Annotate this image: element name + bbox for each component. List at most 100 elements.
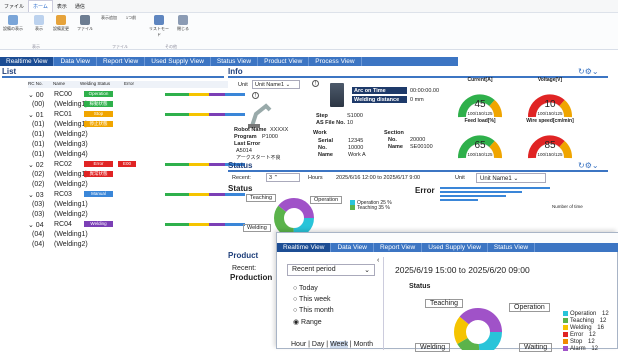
gran-month[interactable]: Month [354,341,373,348]
status-range: 2025/6/16 12:00 to 2025/6/17 9:00 [336,175,421,181]
table-row[interactable]: (00) (Welding1) 稼動状態 [20,100,210,110]
table-row[interactable]: (01) (Welding2) [20,130,210,140]
legend-item: Operation 12 [563,311,609,318]
gauge-scale: 100/150/125 [467,111,493,116]
table-row[interactable]: ⌄ 04 RC04 Welding [20,220,245,230]
ribbon-file-button[interactable]: ファイル [74,15,96,32]
status-badge: Operation [84,91,113,97]
tab-report[interactable]: Report View [97,57,146,66]
popup-tab-used-supply[interactable]: Used Supply View [422,243,488,252]
tab-data[interactable]: Data View [54,57,97,66]
popup-window: Realtime View Data View Report View Used Su… [276,232,618,352]
ribbon-equip-button[interactable]: 設備の表示 [2,15,24,32]
arc-time-value: 00:00:00.00 [410,88,440,94]
table-row[interactable]: (04) (Welding2) [20,240,210,250]
ribbon-list-button[interactable]: リストモード [148,15,170,38]
ribbon-close-button[interactable]: 閉じる [172,15,194,32]
ribbon-group-label: その他 [165,44,177,49]
collapse-chevron-icon[interactable]: ‹ [377,257,379,264]
settings-icon[interactable]: ↻⚙⌄ [578,67,599,76]
popup-tab-data[interactable]: Data View [331,243,374,252]
status-unit-select[interactable]: Unit Name1 ⌄ [476,173,546,183]
status-badge: Stop [84,111,113,117]
table-row[interactable]: (04) (Welding1) [20,230,210,240]
unit-select[interactable]: Unit Name1 ⌄ [252,80,300,89]
name-value: Work A [348,152,366,158]
popup-tab-status[interactable]: Status View [488,243,536,252]
gran-day[interactable]: Day [312,341,324,348]
status-badge: 稼動状態 [84,101,113,107]
row-no: ⌄ 02 [28,162,44,169]
table-row[interactable]: (01) (Welding4) [20,150,210,160]
section-name-value: SE00100 [410,144,433,150]
table-row[interactable]: ⌄ 00 RC00 Operation [20,90,245,100]
ribbon-add-button[interactable]: 表示追加 [100,15,118,21]
chart-icon [56,15,66,25]
popup-tab-report[interactable]: Report View [374,243,423,252]
status-legend: Operation 25 % Teaching 35 % [350,200,392,210]
period-radio[interactable]: ○ This month [293,307,334,314]
menu-home[interactable]: ホーム [28,0,53,12]
row-name: (Welding4) [54,151,88,158]
table-row[interactable]: ⌄ 03 RC03 Manual [20,190,245,200]
table-row[interactable]: ⌄ 01 RC01 Stop [20,110,245,120]
menu-bar: ファイル ホーム 表示 通信 [0,0,618,13]
tab-status[interactable]: Status View [211,57,259,66]
gauge-scale: 100/150/125 [467,152,493,157]
popup-tab-realtime[interactable]: Realtime View [277,243,332,252]
row-no: ⌄ 00 [28,92,44,99]
period-radio[interactable]: ○ Today [293,285,318,292]
row-name: (Welding1) [54,201,88,208]
table-row[interactable]: (02) (Welding2) [20,180,210,190]
row-no: (04) [32,231,45,238]
section-no-value: 20000 [410,137,426,143]
popup-legend: Operation 12 Teaching 12 Welding 16 Error 1… [563,311,609,353]
table-row[interactable]: (01) (Welding1) 停止状態 [20,120,210,130]
row-no: (02) [32,171,45,178]
menu-comm[interactable]: 通信 [71,1,89,12]
row-no: (01) [32,141,45,148]
teaching-callout: Teaching [246,194,277,202]
tab-process[interactable]: Process View [309,57,362,66]
program-label: Program [234,134,257,140]
tab-used-supply[interactable]: Used Supply View [145,57,211,66]
last-error-label: Last Error [234,141,261,147]
legend-item: Error 12 [563,332,609,339]
period-radio[interactable]: ○ This week [293,296,331,303]
period-select[interactable]: Recent period ⌄ [287,264,375,276]
product-title: Product [228,251,259,260]
ribbon-prev-button[interactable]: 1つ前 [122,15,140,21]
menu-view[interactable]: 表示 [53,1,71,12]
table-row[interactable]: (03) (Welding1) [20,200,210,210]
welding-distance-label: Welding distance [354,97,400,103]
row-name: RC04 [54,221,72,228]
list-header: RC No. Name Welding Status Error [28,81,228,88]
welding-distance-value: 0 mm [410,97,424,103]
period-radio[interactable]: ◉ Range [293,318,322,326]
popup-pie-chart [454,308,502,350]
ribbon-change-button[interactable]: 設備変更 [50,15,72,32]
settings-icon[interactable]: ↻⚙⌄ [578,161,599,170]
popup-range: 2025/6/19 15:00 to 2025/6/20 09:00 [395,265,530,275]
gran-hour[interactable]: Hour [291,341,306,348]
tab-product[interactable]: Product View [258,57,310,66]
row-name: (Welding2) [54,181,88,188]
row-no: (04) [32,241,45,248]
row-name: RC02 [54,161,72,168]
menu-file[interactable]: ファイル [0,1,28,12]
popup-operation-callout: Operation [509,303,550,312]
tab-realtime[interactable]: Realtime View [0,57,55,66]
recent-stepper[interactable]: 3 ⌃ [266,173,300,182]
table-row[interactable]: (03) (Welding2) [20,210,210,220]
ribbon-show-button[interactable]: 表示 [28,15,50,32]
row-name: RC00 [54,91,72,98]
table-row[interactable]: ⌄ 02 RC02 Error E00 [20,160,245,170]
gran-week[interactable]: Week [330,341,348,348]
timeline-bar [165,193,245,196]
row-no: (01) [32,131,45,138]
table-row[interactable]: (01) (Welding3) [20,140,210,150]
last-error-text: アークスタート不良 [236,155,281,161]
legend-item: Stop 12 [563,339,609,346]
table-row[interactable]: (02) (Welding1) 異常状態 [20,170,210,180]
row-name: RC01 [54,111,72,118]
